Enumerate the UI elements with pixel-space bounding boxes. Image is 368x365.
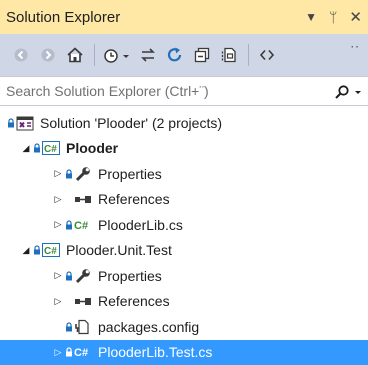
refresh-icon: [166, 46, 184, 64]
tree-item-references[interactable]: ▷ References: [0, 187, 368, 213]
tree-item-label: Properties: [98, 166, 162, 182]
tree-item-references[interactable]: ▷ References: [0, 289, 368, 315]
tree-item-project-plooder[interactable]: ◢ C# Plooder: [0, 136, 368, 162]
tree-item-properties[interactable]: ▷ Properties: [0, 263, 368, 289]
collapsed-arrow-icon[interactable]: ▷: [52, 270, 64, 281]
csharp-project-icon: C#: [42, 243, 60, 257]
search-icon[interactable]: [334, 84, 350, 100]
code-icon: [258, 46, 276, 64]
toolbar-overflow-icon[interactable]: ⋅⋅: [350, 40, 360, 54]
tree-item-label: PlooderLib.Test.cs: [98, 344, 212, 360]
tree-item-project-unit-test[interactable]: ◢ C# Plooder.Unit.Test: [0, 238, 368, 264]
tree-item-label: Properties: [98, 268, 162, 284]
collapse-all-button[interactable]: [189, 42, 215, 68]
view-code-button[interactable]: [254, 42, 280, 68]
back-icon: [13, 47, 29, 63]
tree-item-file-selected[interactable]: ▷ C# PlooderLib.Test.cs: [0, 340, 368, 365]
expanded-arrow-icon[interactable]: ◢: [20, 143, 32, 154]
toolbar: ⋅⋅: [0, 34, 368, 76]
title-bar: Solution Explorer ▼ ᛘ ✕: [0, 0, 368, 34]
collapsed-arrow-icon[interactable]: ▷: [52, 219, 64, 230]
tree-item-file[interactable]: ▷ C# PlooderLib.cs: [0, 212, 368, 238]
search-controls: [334, 77, 362, 107]
lock-icon: [64, 347, 74, 357]
solution-tree: Solution 'Plooder' (2 projects) ◢ C# Plo…: [0, 110, 368, 365]
home-icon: [66, 46, 84, 64]
collapsed-arrow-icon[interactable]: ▷: [52, 347, 64, 358]
lock-icon: [32, 245, 42, 255]
show-all-files-button[interactable]: [216, 42, 242, 68]
toolbar-separator: [94, 44, 95, 66]
show-all-files-icon: [220, 46, 238, 64]
sync-with-active-document-button[interactable]: [135, 42, 161, 68]
svg-text:C#: C#: [44, 246, 57, 257]
tree-item-file[interactable]: packages.config: [0, 314, 368, 340]
dropdown-icon[interactable]: ▼: [305, 11, 317, 23]
config-file-icon: [74, 319, 92, 335]
lock-icon: [64, 271, 74, 281]
csharp-file-icon: C#: [74, 345, 92, 359]
pending-changes-filter-button[interactable]: [100, 42, 134, 68]
collapse-all-icon: [193, 46, 211, 64]
pin-icon[interactable]: ᛘ: [329, 10, 337, 24]
back-button[interactable]: [8, 42, 34, 68]
tree-item-label: Plooder.Unit.Test: [66, 242, 172, 258]
tree-item-properties[interactable]: ▷ Properties: [0, 161, 368, 187]
lock-icon: [32, 143, 42, 153]
search-input[interactable]: [6, 83, 306, 99]
tree-item-label: References: [98, 293, 170, 309]
tree-item-solution[interactable]: Solution 'Plooder' (2 projects): [0, 110, 368, 136]
tree-item-label: Solution 'Plooder' (2 projects): [40, 115, 222, 131]
forward-icon: [40, 47, 56, 63]
refresh-button[interactable]: [162, 42, 188, 68]
window-title: Solution Explorer: [6, 9, 120, 26]
lock-icon: [64, 169, 74, 179]
lock-icon: [64, 322, 74, 332]
lock-icon: [6, 118, 16, 128]
search-bar: [0, 76, 368, 106]
forward-button[interactable]: [35, 42, 61, 68]
tree-item-label: Plooder: [66, 140, 118, 156]
references-icon: [74, 294, 92, 308]
close-icon[interactable]: ✕: [349, 10, 362, 25]
expanded-arrow-icon[interactable]: ◢: [20, 245, 32, 256]
svg-text:C#: C#: [74, 347, 88, 359]
wrench-icon: [74, 268, 92, 284]
title-bar-icons: ▼ ᛘ ✕: [305, 0, 362, 34]
collapsed-arrow-icon[interactable]: ▷: [52, 194, 64, 205]
sync-icon: [139, 46, 157, 64]
toolbar-separator: [248, 44, 249, 66]
search-options-dropdown-icon[interactable]: [354, 84, 362, 100]
wrench-icon: [74, 166, 92, 182]
collapsed-arrow-icon[interactable]: ▷: [52, 296, 64, 307]
tree-item-label: PlooderLib.cs: [98, 217, 183, 233]
references-icon: [74, 192, 92, 206]
home-button[interactable]: [62, 42, 88, 68]
csharp-file-icon: C#: [74, 218, 92, 232]
collapsed-arrow-icon[interactable]: ▷: [52, 168, 64, 179]
tree-item-label: packages.config: [98, 319, 199, 335]
lock-icon: [64, 220, 74, 230]
solution-icon: [16, 115, 34, 131]
csharp-project-icon: C#: [42, 141, 60, 155]
clock-icon: [102, 46, 132, 64]
svg-text:C#: C#: [44, 144, 57, 155]
tree-item-label: References: [98, 191, 170, 207]
svg-text:C#: C#: [74, 220, 88, 232]
